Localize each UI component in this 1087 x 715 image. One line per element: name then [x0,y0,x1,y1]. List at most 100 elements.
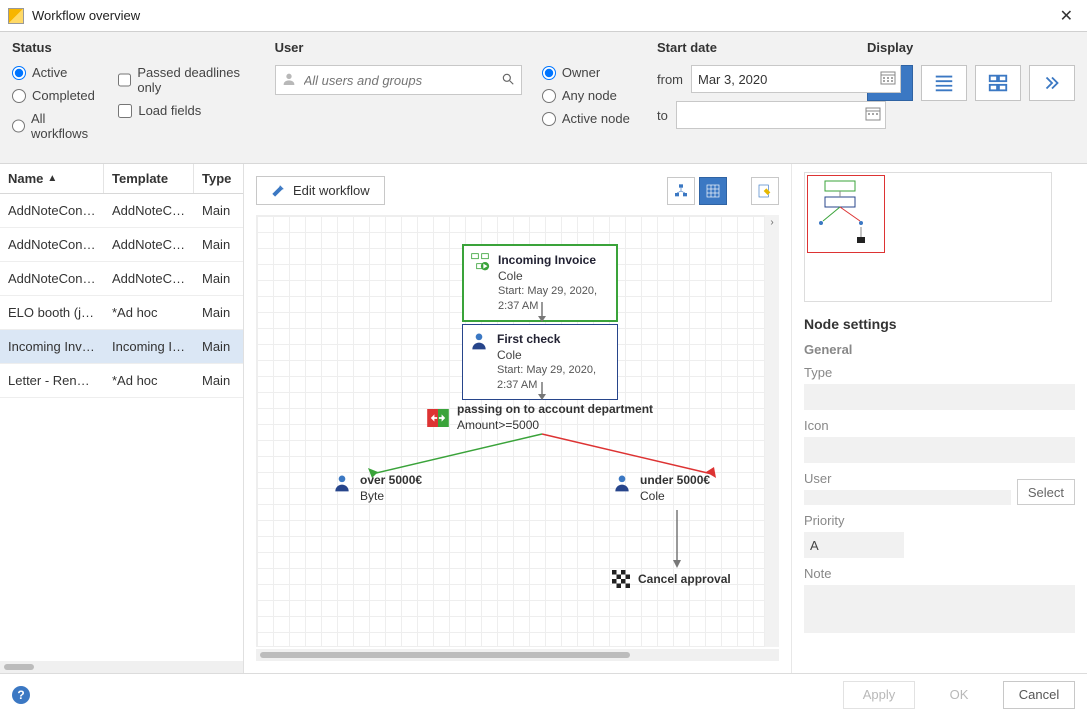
node-title: Cancel approval [638,572,731,586]
view-edit-button[interactable] [751,177,779,205]
cell-type: Main [194,373,243,388]
close-icon[interactable]: ✕ [1054,6,1079,26]
cell-name: AddNoteConfir... [0,237,104,252]
footer: ? Apply OK Cancel [0,673,1087,715]
chevron-right-icon[interactable]: › [765,215,779,229]
user-radio-owner[interactable]: Owner [542,65,637,80]
label-user: User [804,471,1011,486]
window-title: Workflow overview [32,8,1054,23]
cell-template: AddNoteConfir... [104,271,194,286]
field-user[interactable] [804,490,1011,505]
decision-condition: Amount>=5000 [457,418,653,434]
person-icon [612,472,632,494]
user-radio-activenode[interactable]: Active node [542,111,637,126]
select-user-button[interactable]: Select [1017,479,1075,505]
person-icon [469,331,489,351]
view-grid-button[interactable] [699,177,727,205]
canvas-hscroll[interactable] [256,649,779,661]
workflow-canvas[interactable]: Incoming Invoice Cole Start: May 29, 202… [256,215,765,647]
search-icon[interactable] [501,72,515,86]
table-row[interactable]: AddNoteConfir...AddNoteConfir...Main [0,262,243,296]
display-columns-button[interactable] [975,65,1021,101]
field-icon[interactable] [804,437,1075,463]
cancel-button[interactable]: Cancel [1003,681,1075,709]
status-check-loadfields[interactable]: Load fields [118,103,254,118]
filter-panel: Status Active Completed All workflows Pa… [0,32,1087,164]
display-group: Display [867,40,1075,149]
node-under5000[interactable]: under 5000€ Cole [612,472,710,504]
from-label: from [657,72,683,87]
user-title: User [275,40,522,55]
node-settings-pane: Node settings General Type Icon User Sel… [791,164,1087,673]
ok-button[interactable]: OK [923,681,995,709]
display-list-button[interactable] [921,65,967,101]
label-icon: Icon [804,418,1075,433]
status-radio-completed[interactable]: Completed [12,88,98,103]
view-tree-button[interactable] [667,177,695,205]
cell-name: ELO booth (jpg) [0,305,104,320]
cell-template: *Ad hoc [104,373,194,388]
table-hscroll[interactable] [0,661,243,673]
titlebar: Workflow overview ✕ [0,0,1087,32]
status-radio-all[interactable]: All workflows [12,111,98,141]
user-radio-anynode[interactable]: Any node [542,88,637,103]
user-search-input[interactable] [275,65,522,95]
cell-template: *Ad hoc [104,305,194,320]
node-decision[interactable]: passing on to account department Amount>… [427,402,653,433]
user-group: User [275,40,522,149]
apply-button[interactable]: Apply [843,681,915,709]
node-start[interactable]: Incoming Invoice Cole Start: May 29, 202… [462,244,618,322]
field-note[interactable] [804,585,1075,633]
node-user: Cole [497,347,607,363]
workflow-start-icon [470,252,490,272]
label-note: Note [804,566,1075,581]
node-title: First check [497,331,607,347]
table-row[interactable]: ELO booth (jpg)*Ad hocMain [0,296,243,330]
table-row[interactable]: Letter - Renz Note*Ad hocMain [0,364,243,398]
minimap[interactable] [804,172,1052,302]
node-over5000[interactable]: over 5000€ Byte [332,472,422,504]
sort-asc-icon: ▲ [47,173,57,184]
person-icon [332,472,352,494]
date-group: Start date from to [657,40,847,149]
date-title: Start date [657,40,847,55]
calendar-icon[interactable] [865,106,881,122]
cell-name: AddNoteConfir... [0,271,104,286]
table-row[interactable]: AddNoteConfir...AddNoteConfir...Main [0,228,243,262]
settings-general: General [804,342,1075,357]
table-row[interactable]: Incoming InvoiceIncoming InvoiceMain [0,330,243,364]
calendar-icon[interactable] [880,70,896,86]
node-user: Cole [498,268,606,284]
col-name[interactable]: Name▲ [0,164,104,193]
app-icon [8,8,24,24]
node-cancel-approval[interactable]: Cancel approval [612,570,731,588]
edit-workflow-button[interactable]: Edit workflow [256,176,385,205]
help-icon[interactable]: ? [12,686,30,704]
date-to-input[interactable] [676,101,886,129]
node-title: under 5000€ [640,472,710,488]
owner-spacer [542,40,637,55]
cell-template: AddNoteConfir... [104,237,194,252]
status-check-deadlines[interactable]: Passed deadlines only [118,65,254,95]
canvas-toolbar: Edit workflow [256,176,779,205]
owner-group: Owner Any node Active node [542,40,637,149]
label-priority: Priority [804,513,1075,528]
display-expand-button[interactable] [1029,65,1075,101]
field-type[interactable] [804,384,1075,410]
node-first-check[interactable]: First check Cole Start: May 29, 2020, 2:… [462,324,618,400]
node-title: over 5000€ [360,472,422,488]
canvas-vscroll[interactable]: › [765,215,779,647]
node-title: Incoming Invoice [498,252,606,268]
main-area: Name▲ Template Type AddNoteConfir...AddN… [0,164,1087,673]
col-type[interactable]: Type [194,164,243,193]
field-priority[interactable] [804,532,904,558]
node-time: Start: May 29, 2020, 2:37 AM [497,363,607,393]
table-row[interactable]: AddNoteConfir...AddNoteConfir...Main [0,194,243,228]
col-template[interactable]: Template [104,164,194,193]
cell-type: Main [194,339,243,354]
cell-type: Main [194,203,243,218]
date-from-input[interactable] [691,65,901,93]
settings-title: Node settings [804,316,1075,332]
status-radio-active[interactable]: Active [12,65,98,80]
cell-name: Incoming Invoice [0,339,104,354]
